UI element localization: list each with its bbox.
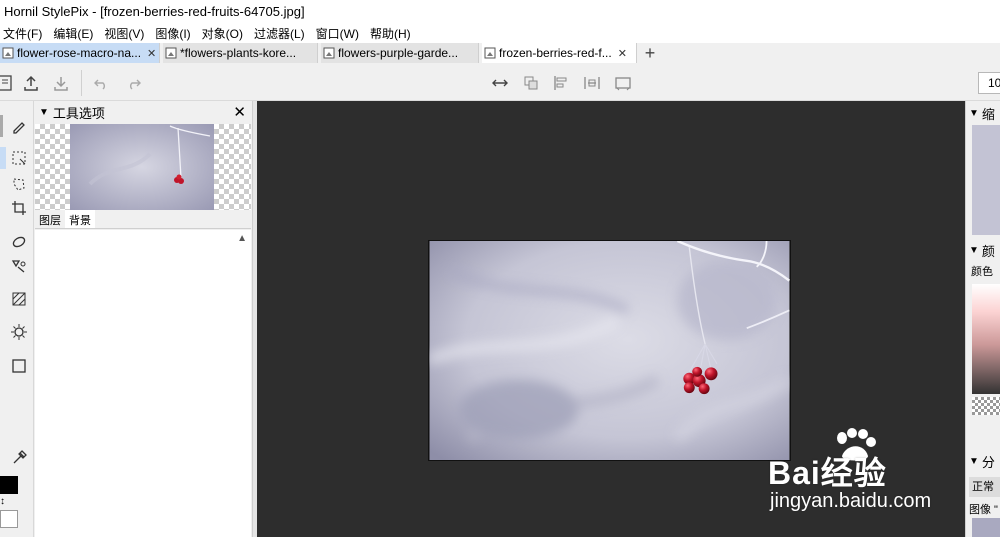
tab-label: frozen-berries-red-f...	[499, 46, 612, 60]
new-tab-button[interactable]: +	[642, 43, 658, 64]
background-color-swatch[interactable]	[0, 510, 18, 528]
align-left-icon[interactable]	[550, 72, 572, 94]
eraser-tool-icon[interactable]	[8, 231, 30, 253]
distribute-icon[interactable]	[581, 72, 603, 94]
chevron-up-icon[interactable]: ▲	[237, 233, 247, 244]
eyedropper-icon[interactable]	[8, 447, 30, 469]
layer-thumbnail[interactable]	[70, 124, 214, 210]
pattern-fill-icon[interactable]	[8, 288, 30, 310]
tab-label: flowers-purple-garde...	[338, 46, 459, 60]
menu-bar: 文件(F) 编辑(E) 视图(V) 图像(I) 对象(O) 过滤器(L) 窗口(…	[0, 24, 1000, 43]
color-header: ▼ 颜	[966, 240, 1000, 260]
transparency-checker	[214, 124, 251, 210]
layer-name: 图像 "	[969, 504, 998, 516]
main-toolbar: 10	[0, 64, 1000, 101]
chevron-down-icon[interactable]: ▼	[969, 245, 979, 256]
layers-header: ▼ 分	[966, 451, 1000, 471]
document-image[interactable]	[428, 240, 791, 461]
panel-close-icon[interactable]: ✕	[233, 103, 246, 121]
zoom-input[interactable]: 10	[978, 72, 1000, 94]
window-title: Hornil StylePix - [frozen-berries-red-fr…	[0, 0, 1000, 24]
menu-view[interactable]: 视图(V)	[104, 25, 144, 42]
arrange-icon[interactable]	[520, 72, 542, 94]
pencil-tool-icon[interactable]	[8, 115, 30, 137]
rect-select-icon[interactable]	[8, 147, 30, 169]
selection-indicator	[0, 147, 6, 169]
layer-list-area: ▲	[35, 230, 251, 537]
tab-frozen-berries[interactable]: frozen-berries-red-f... ✕	[482, 43, 637, 63]
lasso-select-icon[interactable]	[8, 173, 30, 195]
document-tab-bar: flower-rose-macro-na... ✕ *flowers-plant…	[0, 43, 1000, 64]
tab-flowers-plants[interactable]: *flowers-plants-kore...	[163, 43, 318, 63]
right-dock: ▼ 缩 ▼ 颜 颜色 ▼ 分 正常 图像 "	[965, 101, 1000, 537]
clone-tool-icon[interactable]	[8, 255, 30, 277]
foreground-color-swatch[interactable]	[0, 476, 18, 494]
chevron-down-icon[interactable]: ▼	[39, 107, 49, 118]
fit-width-icon[interactable]	[489, 72, 511, 94]
tool-options-panel: ▼ 工具选项 ✕ ▽ 图层 背景 ▲	[35, 101, 253, 537]
tab-label: flower-rose-macro-na...	[17, 46, 142, 60]
brightness-icon[interactable]	[8, 321, 30, 343]
undo-icon[interactable]	[90, 72, 112, 94]
tab-close-icon[interactable]: ✕	[618, 47, 627, 60]
navigator-thumbnail[interactable]	[972, 125, 1000, 235]
menu-help[interactable]: 帮助(H)	[370, 25, 411, 42]
image-file-icon	[2, 47, 14, 59]
navigator-header: ▼ 缩	[966, 103, 1000, 123]
navigator-title: 缩	[981, 106, 995, 122]
move-tool-icon[interactable]	[0, 115, 3, 137]
canvas-area[interactable]	[257, 101, 965, 537]
layer-subtabs: 图层 背景	[35, 210, 251, 229]
import-icon[interactable]	[50, 72, 72, 94]
menu-file[interactable]: 文件(F)	[3, 25, 42, 42]
tab-background[interactable]: 背景	[65, 210, 95, 228]
tab-label: *flowers-plants-kore...	[180, 46, 297, 60]
tab-layers[interactable]: 图层	[35, 210, 65, 228]
panel-title: 工具选项	[52, 105, 105, 121]
tool-strip: ↕	[0, 101, 34, 537]
swap-colors-icon[interactable]: ↕	[0, 496, 5, 507]
panel-header: ▼ 工具选项 ✕	[35, 101, 252, 123]
shape-tool-icon[interactable]	[8, 355, 30, 377]
redo-icon[interactable]	[123, 72, 145, 94]
tab-flower-rose[interactable]: flower-rose-macro-na... ✕	[0, 43, 160, 63]
layer-thumbnail-small[interactable]	[972, 518, 1000, 537]
tab-flowers-purple[interactable]: flowers-purple-garde...	[321, 43, 479, 63]
save-icon[interactable]	[0, 72, 16, 94]
color-label: 颜色	[971, 266, 993, 278]
menu-window[interactable]: 窗口(W)	[316, 25, 359, 42]
chevron-down-icon[interactable]: ▼	[969, 108, 979, 119]
toolbar-divider	[81, 70, 82, 96]
image-file-icon	[323, 47, 335, 59]
export-icon[interactable]	[20, 72, 42, 94]
blend-mode-select[interactable]: 正常	[969, 477, 1000, 497]
image-file-icon	[165, 47, 177, 59]
alpha-slider[interactable]	[972, 397, 1000, 415]
layers-title: 分	[981, 454, 995, 470]
menu-edit[interactable]: 编辑(E)	[53, 25, 93, 42]
transparency-checker	[35, 124, 70, 210]
color-picker-gradient[interactable]	[972, 284, 1000, 394]
canvas-size-icon[interactable]	[612, 72, 634, 94]
color-title: 颜	[981, 243, 995, 259]
tab-close-icon[interactable]: ✕	[147, 47, 156, 60]
crop-tool-icon[interactable]	[8, 197, 30, 219]
menu-image[interactable]: 图像(I)	[155, 25, 190, 42]
layer-thumbnail-row: ▽	[35, 124, 251, 210]
chevron-down-icon[interactable]: ▼	[969, 456, 979, 467]
menu-filter[interactable]: 过滤器(L)	[254, 25, 305, 42]
menu-object[interactable]: 对象(O)	[202, 25, 243, 42]
image-file-icon	[484, 47, 496, 59]
